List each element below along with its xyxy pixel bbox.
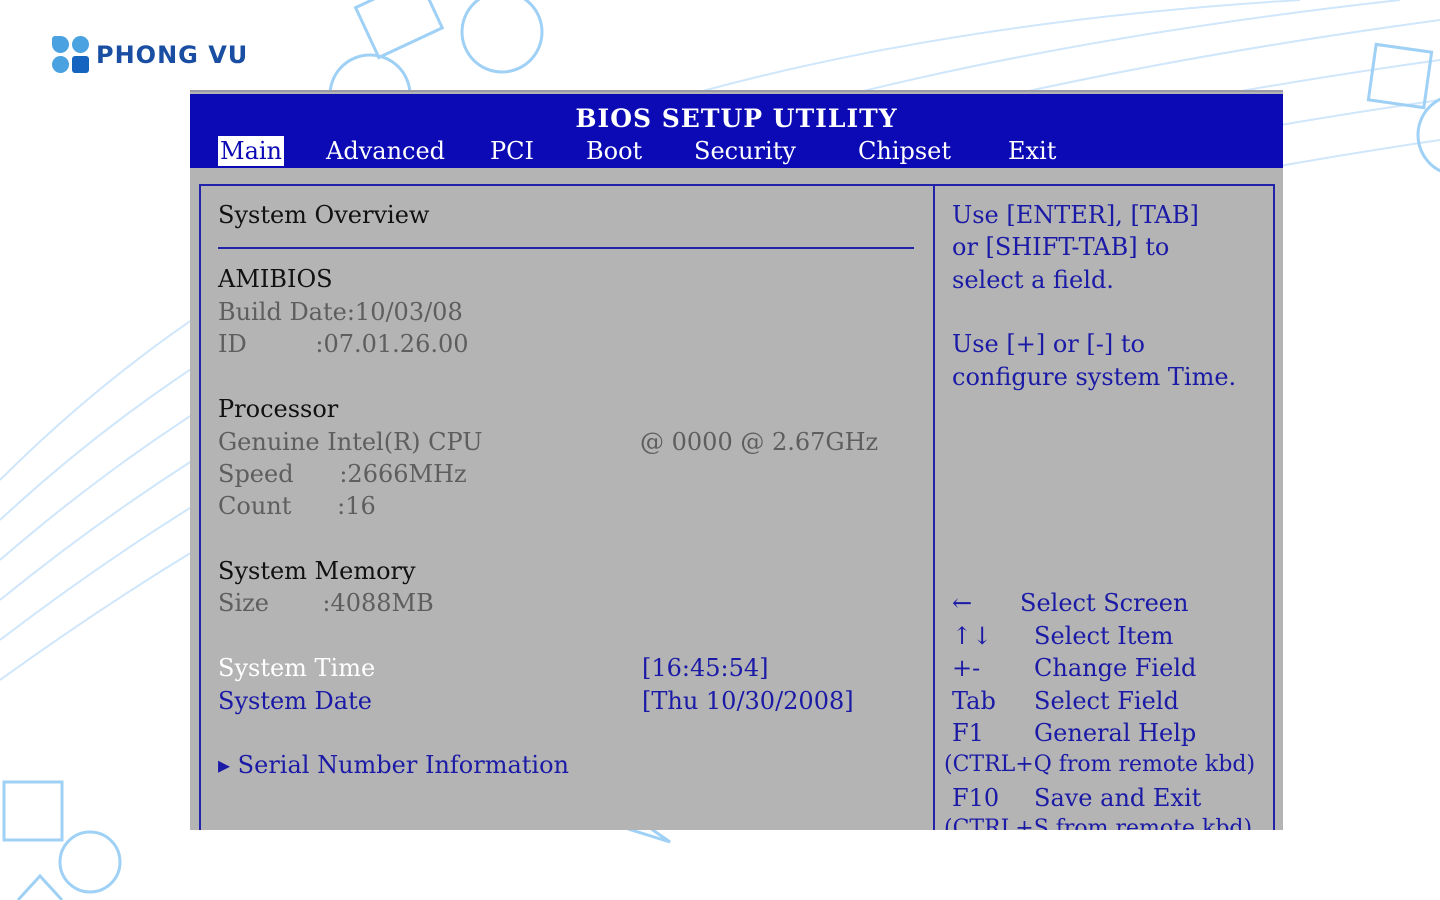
tab-boot[interactable]: Boot xyxy=(586,136,642,166)
help-line: Use [+] or [-] to xyxy=(952,330,1145,358)
memory-size: Size :4088MB xyxy=(218,589,434,617)
help-line: Use [ENTER], [TAB] xyxy=(952,201,1199,229)
key-tab: Tab xyxy=(952,687,996,715)
overview-rule xyxy=(218,247,914,249)
help-line: or [SHIFT-TAB] to xyxy=(952,233,1170,261)
bios-title: BIOS SETUP UTILITY xyxy=(575,104,898,133)
tab-security[interactable]: Security xyxy=(694,136,796,166)
processor-frequency: @ 0000 @ 2.67GHz xyxy=(640,428,879,456)
key-f10: F10 xyxy=(952,784,1000,812)
build-date: Build Date:10/03/08 xyxy=(218,298,463,326)
key-left-arrow-icon: ← xyxy=(952,589,973,617)
key-up-down-arrows-icon: ↑↓ xyxy=(952,622,993,650)
key-action: Save and Exit xyxy=(1034,784,1202,812)
key-action: Select Item xyxy=(1034,622,1174,650)
help-line: configure system Time. xyxy=(952,363,1237,391)
key-f1: F1 xyxy=(952,719,984,747)
help-line: select a field. xyxy=(952,266,1114,294)
brand-name: PHONG VU xyxy=(96,41,249,69)
key-note: (CTRL+Q from remote kbd) xyxy=(944,752,1256,777)
key-action: Select Field xyxy=(1034,687,1179,715)
processor-count: Count :16 xyxy=(218,492,376,520)
phong-vu-logo-icon xyxy=(52,36,90,74)
serial-number-submenu[interactable]: ▸ Serial Number Information xyxy=(218,750,569,780)
key-note: (CTRL+S from remote kbd) xyxy=(944,816,1253,830)
bios-header: BIOS SETUP UTILITY Main Advanced PCI Boo… xyxy=(190,94,1283,168)
key-action: Select Screen xyxy=(1020,589,1189,617)
key-action: General Help xyxy=(1034,719,1197,747)
key-plus-minus: +- xyxy=(952,654,981,682)
processor-speed: Speed :2666MHz xyxy=(218,460,467,488)
tab-pci[interactable]: PCI xyxy=(490,136,534,166)
system-time-value[interactable]: [16:45:54] xyxy=(642,653,769,683)
system-date-value[interactable]: [Thu 10/30/2008] xyxy=(642,686,854,716)
tab-exit[interactable]: Exit xyxy=(1008,136,1056,166)
amibios-heading: AMIBIOS xyxy=(218,265,333,293)
processor-name: Genuine Intel(R) CPU xyxy=(218,428,483,456)
tab-advanced[interactable]: Advanced xyxy=(326,136,445,166)
system-time-label[interactable]: System Time xyxy=(218,653,375,683)
system-overview-heading: System Overview xyxy=(218,201,430,229)
memory-heading: System Memory xyxy=(218,557,416,585)
system-date-label[interactable]: System Date xyxy=(218,686,372,716)
key-action: Change Field xyxy=(1034,654,1197,682)
tab-main[interactable]: Main xyxy=(218,136,285,166)
panel-divider xyxy=(933,184,935,830)
brand-logo: PHONG VU xyxy=(52,36,248,74)
tab-chipset[interactable]: Chipset xyxy=(858,136,951,166)
bios-id: ID :07.01.26.00 xyxy=(218,330,469,358)
processor-heading: Processor xyxy=(218,395,339,423)
bios-screen: BIOS SETUP UTILITY Main Advanced PCI Boo… xyxy=(190,90,1283,830)
